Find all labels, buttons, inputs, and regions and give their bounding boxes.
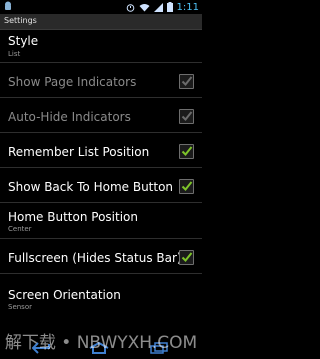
setting-label: Auto-Hide Indicators: [8, 110, 131, 124]
setting-label: Screen Orientation: [8, 288, 121, 302]
setting-label: Show Page Indicators: [8, 75, 137, 89]
page-title: Settings: [4, 16, 37, 25]
setting-summary: Center: [8, 225, 32, 233]
setting-show-page-indicators[interactable]: Show Page Indicators: [0, 63, 202, 98]
setting-label: Home Button Position: [8, 210, 138, 224]
setting-label: Style: [8, 34, 39, 48]
setting-home-button-position[interactable]: Home Button Position Center: [0, 203, 202, 239]
checkbox[interactable]: [179, 144, 194, 159]
battery-icon: [166, 2, 173, 14]
check-icon: [181, 181, 193, 191]
setting-remember-list-position[interactable]: Remember List Position: [0, 133, 202, 168]
checkbox[interactable]: [179, 74, 194, 89]
setting-label: Remember List Position: [8, 145, 150, 159]
setting-fullscreen[interactable]: Fullscreen (Hides Status Bar): [0, 239, 202, 274]
checkbox[interactable]: [179, 179, 194, 194]
check-icon: [181, 146, 193, 156]
status-bar: 1:11: [0, 0, 202, 14]
watermark: 解下载 • NBWYXH.COM: [4, 333, 198, 353]
status-time: 1:11: [176, 2, 199, 13]
alarm-icon: [126, 3, 135, 14]
signal-icon: [153, 2, 163, 14]
setting-auto-hide-indicators[interactable]: Auto-Hide Indicators: [0, 98, 202, 133]
setting-screen-orientation[interactable]: Screen Orientation Sensor: [0, 274, 202, 314]
check-icon: [181, 111, 193, 121]
title-bar: Settings: [0, 14, 202, 30]
android-icon: [3, 1, 13, 13]
setting-style[interactable]: Style List: [0, 30, 202, 63]
setting-summary: Sensor: [8, 303, 32, 311]
check-icon: [181, 252, 193, 262]
setting-summary: List: [8, 50, 21, 58]
setting-show-back-to-home-button[interactable]: Show Back To Home Button: [0, 168, 202, 203]
setting-label: Show Back To Home Button: [8, 180, 174, 194]
check-icon: [181, 76, 193, 86]
checkbox[interactable]: [179, 109, 194, 124]
checkbox[interactable]: [179, 250, 194, 265]
wifi-icon: [139, 3, 150, 14]
setting-label: Fullscreen (Hides Status Bar): [8, 251, 182, 265]
